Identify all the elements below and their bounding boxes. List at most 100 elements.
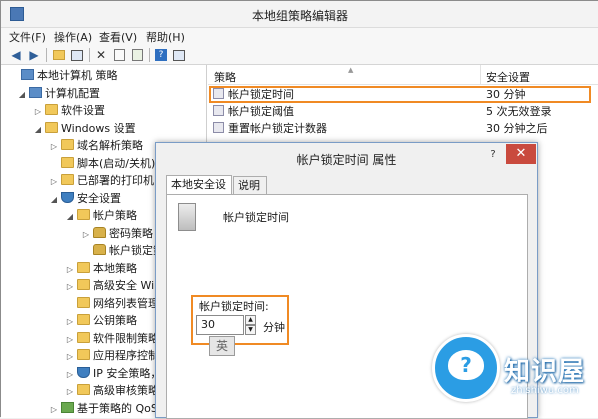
tab-explain[interactable]: 说明 [233, 176, 267, 196]
shield-icon [77, 366, 90, 378]
tree-item[interactable]: ▷ 已部署的打印机 [1, 172, 154, 190]
tree-item-label: 本地计算机 策略 [37, 69, 118, 82]
tree-item[interactable]: ▷ 高级安全 Windo [1, 277, 175, 295]
lockout-duration-input[interactable]: 30 [196, 315, 244, 335]
server-icon [178, 203, 196, 231]
toolbar: ◀ ▶ ✕ ? [1, 45, 598, 65]
collapsed-arrow-icon[interactable]: ▷ [65, 278, 75, 296]
list-row[interactable]: 重置帐户锁定计数器 30 分钟之后 [208, 121, 598, 137]
folder-icon [61, 156, 74, 168]
policy-icon [213, 105, 224, 116]
tree-item[interactable]: ▷ 本地策略 [1, 260, 137, 278]
tree-item[interactable]: 本地计算机 策略 [1, 67, 118, 85]
tree-item[interactable]: 帐户锁定策略 [1, 242, 175, 260]
tree-item[interactable]: ▷ 软件设置 [1, 102, 105, 120]
tree-item[interactable]: ▷ 基于策略的 QoS [1, 400, 158, 418]
tree-item[interactable]: ▷ 应用程序控制策 [1, 347, 170, 365]
export-list-icon[interactable] [129, 47, 145, 63]
menu-view[interactable]: 查看(V) [99, 29, 137, 45]
dialog-policy-name: 帐户锁定时间 [223, 211, 289, 224]
tree-item[interactable]: ▷ 密码策略 [1, 225, 153, 243]
spin-up-button[interactable]: ▲ [245, 315, 256, 325]
menu-help[interactable]: 帮助(H) [146, 29, 185, 45]
column-divider[interactable] [480, 65, 481, 85]
lock-icon [93, 244, 106, 255]
tree-item[interactable]: 网络列表管理器策 [1, 295, 181, 313]
tree-item-label: 脚本(启动/关机) [77, 156, 156, 170]
toolbar-separator [149, 48, 150, 62]
shield-icon [61, 191, 74, 203]
tree-item-label: 软件限制策略 [93, 331, 159, 345]
tree-item-label: 公钥策略 [93, 314, 137, 327]
tree-item[interactable]: ▷ 高级审核策略配 [1, 382, 170, 400]
folder-icon [77, 296, 90, 308]
expanded-arrow-icon[interactable]: ◢ [33, 121, 43, 139]
up-folder-icon[interactable] [51, 47, 67, 63]
tree-item-label: 密码策略 [109, 226, 153, 240]
list-header: ▲ 策略 安全设置 [208, 65, 598, 85]
forward-arrow-icon[interactable]: ▶ [26, 47, 42, 63]
ime-indicator: 英 [209, 336, 235, 356]
lockout-duration-label: 帐户锁定时间: [199, 300, 269, 313]
help-icon[interactable]: ? [153, 47, 169, 63]
collapsed-arrow-icon[interactable]: ▷ [81, 226, 91, 244]
collapsed-arrow-icon[interactable]: ▷ [49, 138, 59, 156]
expanded-arrow-icon[interactable]: ◢ [17, 86, 27, 104]
menu-bar: 文件(F) 操作(A) 查看(V) 帮助(H) [1, 28, 598, 45]
column-policy[interactable]: 策略 [214, 69, 236, 85]
tree-item-label: 域名解析策略 [77, 139, 143, 152]
collapsed-arrow-icon[interactable]: ▷ [65, 313, 75, 331]
list-row[interactable]: 帐户锁定阈值 5 次无效登录 [208, 104, 598, 120]
tree-item-label: 计算机配置 [45, 86, 100, 100]
tree-item-label: 安全设置 [77, 191, 121, 205]
folder-icon [45, 121, 58, 133]
dialog-close-button[interactable]: ✕ [506, 144, 536, 164]
tree-item[interactable]: 脚本(启动/关机) [1, 155, 155, 173]
watermark-url: zhishiwu.com [511, 385, 579, 396]
column-security-setting[interactable]: 安全设置 [486, 69, 530, 85]
properties-icon[interactable] [111, 47, 127, 63]
chart-icon [61, 401, 74, 413]
tree-item[interactable]: ◢ Windows 设置 [1, 120, 136, 138]
collapsed-arrow-icon[interactable]: ▷ [65, 331, 75, 349]
tree-item[interactable]: ▷ IP 安全策略，在 [1, 365, 172, 383]
folder-icon [77, 384, 90, 395]
spin-down-button[interactable]: ▼ [245, 325, 256, 335]
back-arrow-icon[interactable]: ◀ [8, 47, 24, 63]
tree-item[interactable]: ▷ 域名解析策略 [1, 137, 143, 155]
unit-label: 分钟 [263, 321, 285, 334]
collapsed-arrow-icon[interactable]: ▷ [49, 401, 59, 419]
computer-icon [29, 86, 42, 98]
show-hide-tree-icon[interactable] [69, 47, 85, 63]
folder-icon [45, 104, 58, 115]
title-bar: 本地组策略编辑器 [1, 1, 598, 28]
expanded-arrow-icon[interactable]: ◢ [65, 208, 75, 226]
collapsed-arrow-icon[interactable]: ▷ [65, 348, 75, 366]
menu-action[interactable]: 操作(A) [54, 29, 92, 45]
tree-item[interactable]: ▷ 公钥策略 [1, 312, 137, 330]
watermark-brand: 知识屋 [504, 357, 586, 387]
dialog-help-button[interactable]: ? [486, 148, 500, 162]
collapsed-arrow-icon[interactable]: ▷ [65, 366, 75, 384]
dialog-title: 帐户锁定时间 属性 [296, 153, 397, 167]
tree-item[interactable]: ◢ 计算机配置 [1, 85, 100, 103]
toolbar-separator [89, 48, 90, 62]
collapsed-arrow-icon[interactable]: ▷ [65, 261, 75, 279]
app-window: 本地组策略编辑器 文件(F) 操作(A) 查看(V) 帮助(H) ◀ ▶ ✕ ?… [0, 0, 598, 419]
highlight-box [209, 86, 591, 103]
collapsed-arrow-icon[interactable]: ▷ [49, 173, 59, 191]
row-value: 5 次无效登录 [486, 105, 552, 118]
collapsed-arrow-icon[interactable]: ▷ [65, 383, 75, 401]
tree-item[interactable]: ◢ 安全设置 [1, 190, 121, 208]
watermark-question-icon: ? [448, 350, 484, 380]
folder-icon [77, 279, 90, 290]
tree-item-label: 已部署的打印机 [77, 174, 154, 187]
tree-item[interactable]: ◢ 帐户策略 [1, 207, 137, 225]
collapsed-arrow-icon[interactable]: ▷ [33, 103, 43, 121]
tree-item[interactable]: ▷ 软件限制策略 [1, 330, 159, 348]
menu-file[interactable]: 文件(F) [9, 29, 46, 45]
expanded-arrow-icon[interactable]: ◢ [49, 191, 59, 209]
delete-icon[interactable]: ✕ [93, 47, 109, 63]
show-pane-icon[interactable] [171, 47, 187, 63]
toolbar-separator [46, 48, 47, 62]
